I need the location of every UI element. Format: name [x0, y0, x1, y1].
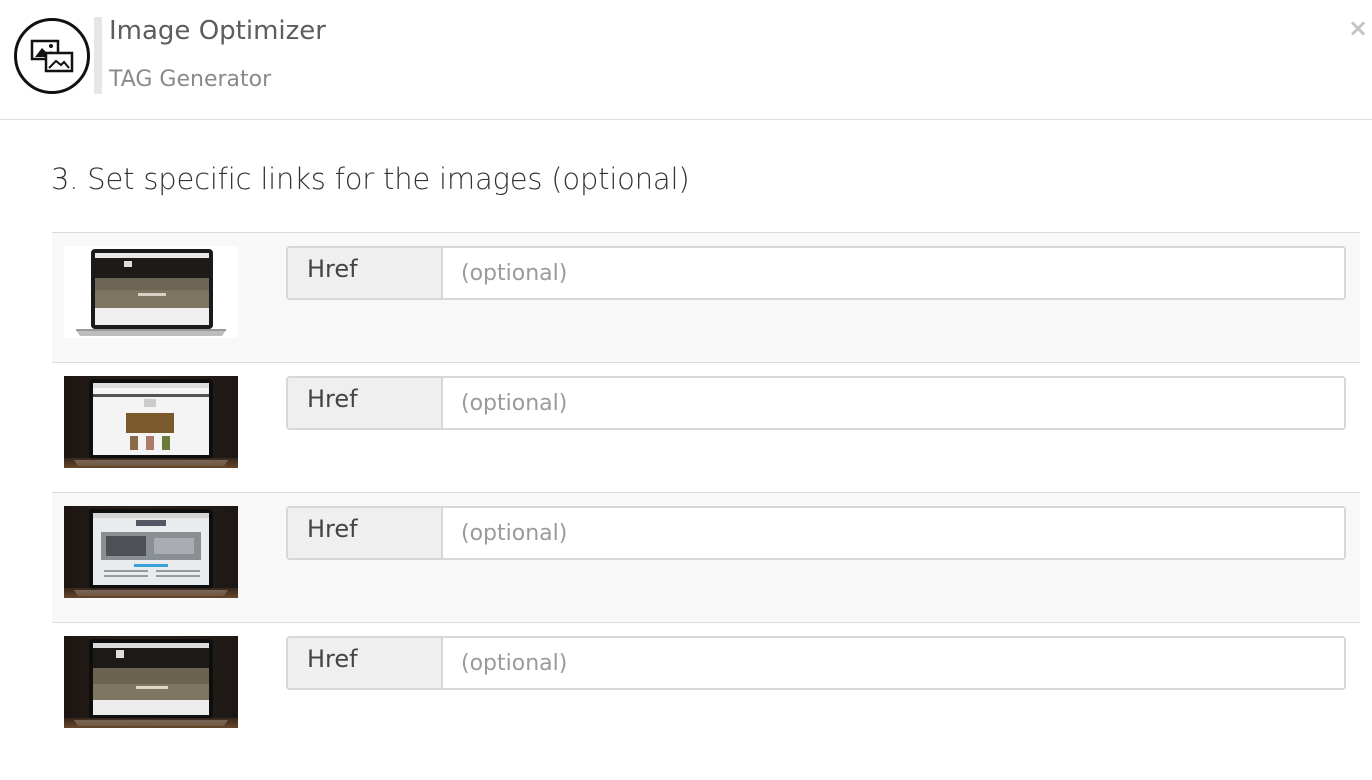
app-logo	[14, 18, 90, 94]
image-thumbnail	[64, 246, 238, 338]
image-link-row: Href	[52, 362, 1360, 492]
href-input[interactable]	[443, 638, 1344, 688]
href-input[interactable]	[443, 248, 1344, 298]
close-button[interactable]: ×	[1348, 16, 1368, 40]
section-heading: 3. Set specific links for the images (op…	[51, 162, 690, 196]
image-link-row: Href	[52, 232, 1360, 362]
href-input[interactable]	[443, 508, 1344, 558]
href-label: Href	[288, 378, 443, 428]
image-link-list: Href Href	[52, 232, 1360, 752]
href-input-group: Href	[286, 506, 1346, 560]
modal-header: Image Optimizer TAG Generator ×	[0, 0, 1372, 120]
href-input-group: Href	[286, 636, 1346, 690]
image-stack-icon	[30, 39, 74, 73]
href-label: Href	[288, 638, 443, 688]
href-input[interactable]	[443, 378, 1344, 428]
image-thumbnail	[64, 376, 238, 468]
href-label: Href	[288, 508, 443, 558]
app-subtitle: TAG Generator	[109, 67, 272, 92]
image-thumbnail	[64, 506, 238, 598]
app-title: Image Optimizer	[109, 16, 326, 46]
image-thumbnail	[64, 636, 238, 728]
href-input-group: Href	[286, 376, 1346, 430]
href-input-group: Href	[286, 246, 1346, 300]
title-accent-bar	[94, 17, 102, 94]
image-link-row: Href	[52, 492, 1360, 622]
image-link-row: Href	[52, 622, 1360, 752]
href-label: Href	[288, 248, 443, 298]
